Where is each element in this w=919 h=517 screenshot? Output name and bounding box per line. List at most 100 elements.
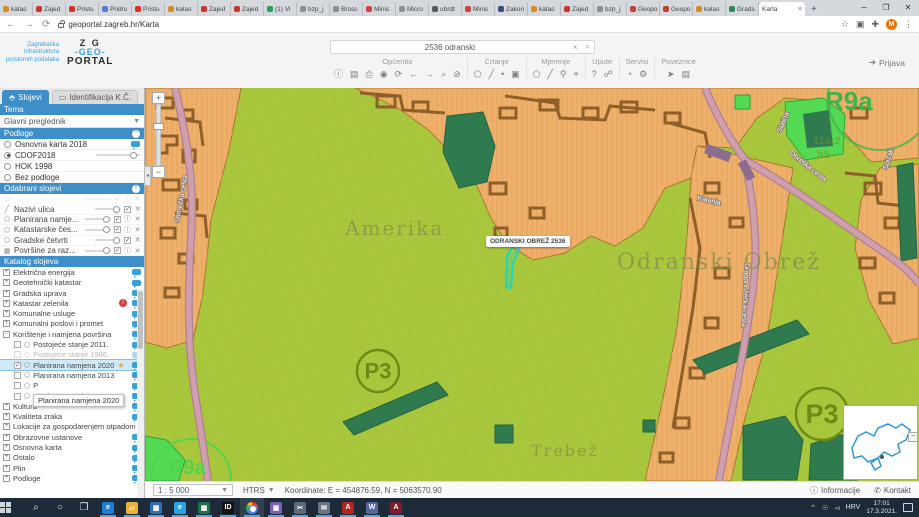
browser-tab[interactable]: Grads (726, 2, 759, 16)
slider-handle[interactable] (103, 226, 110, 233)
expander-icon[interactable]: + (3, 290, 10, 297)
catalog-item[interactable]: +Obrazovne ustanove (0, 432, 144, 442)
taskbar-app-teams[interactable]: ▣ (264, 498, 288, 517)
catalog-item[interactable]: ⬠P (0, 381, 144, 391)
section-podloge[interactable]: Podloge⌃ (0, 128, 144, 139)
expander-icon[interactable]: + (3, 279, 10, 286)
clear-search-icon[interactable]: × (569, 43, 582, 52)
expander-icon[interactable]: + (3, 444, 10, 451)
back-icon[interactable]: ← (6, 19, 16, 30)
browser-tab[interactable]: katas (528, 2, 561, 16)
opacity-slider[interactable] (85, 250, 111, 252)
opacity-slider[interactable] (95, 208, 121, 210)
taskbar-app-excel[interactable]: ▦ (192, 498, 216, 517)
layer-checkbox[interactable] (14, 341, 21, 348)
search-input[interactable] (331, 41, 569, 53)
chat-icon[interactable] (131, 141, 140, 147)
layers-icon[interactable]: ▤ (682, 69, 691, 79)
layer-checkbox[interactable] (14, 372, 21, 379)
catalog-item[interactable]: +Električna energija (0, 267, 144, 277)
expander-icon[interactable]: − (3, 331, 10, 338)
taskbar-app-edge[interactable]: e (96, 498, 120, 517)
window-minimize-button[interactable]: ─ (853, 0, 875, 16)
taskbar-app-file-explorer[interactable]: ▱ (120, 498, 144, 517)
pin-icon[interactable]: ⚲ (560, 69, 567, 79)
taskbar-app-chrome[interactable] (240, 498, 264, 517)
crs-select[interactable]: HTRS▼ (243, 486, 275, 495)
browser-tab[interactable]: Pridru (99, 2, 132, 16)
browser-tab[interactable]: Brosc (330, 2, 363, 16)
browser-tab-active[interactable]: Karta× (759, 2, 805, 16)
browser-tab[interactable]: (1) Vi (264, 2, 297, 16)
window-close-button[interactable]: ✕ (897, 0, 919, 16)
layer-checkbox[interactable]: ✓ (14, 362, 21, 369)
catalog-item[interactable]: ⬠Postojeće stanje 2011. (0, 339, 144, 349)
url-text[interactable]: geoportal.zagreb.hr/Karta (68, 20, 159, 29)
browser-tab[interactable]: bzp_j (594, 2, 627, 16)
page-icon[interactable]: ▤ (350, 69, 359, 79)
opacity-slider[interactable] (95, 239, 121, 241)
basemap-option[interactable]: CDOF2018 (0, 150, 144, 161)
browser-tab[interactable]: Micro (396, 2, 429, 16)
catalog-item[interactable]: ✓⬠Planirana namjena 2020★ (0, 360, 144, 370)
basemap-option[interactable]: HOK 1998 (0, 161, 144, 172)
taskbar-app-id-app[interactable]: ID (216, 498, 240, 517)
crosshair-icon[interactable]: ☍ (604, 69, 613, 79)
layer-checkbox[interactable]: ✓ (114, 247, 121, 254)
basemap-option[interactable]: Osnovna karta 2018 (0, 139, 144, 150)
reload-icon[interactable]: ⟳ (42, 19, 50, 30)
catalog-item[interactable]: +Komunalni poslovi i promet (0, 319, 144, 329)
start-button[interactable] (0, 502, 24, 513)
radio-button[interactable] (4, 141, 11, 148)
inset-collapse-button[interactable]: − (908, 432, 918, 442)
cursor-icon[interactable]: ➤ (667, 69, 675, 79)
status-link-informacije[interactable]: ⓘInformacije (810, 485, 860, 496)
layer-checkbox[interactable]: ✓ (124, 206, 131, 213)
remove-layer-icon[interactable]: ✕ (134, 236, 141, 244)
expander-icon[interactable]: + (3, 320, 10, 327)
expander-icon[interactable]: + (3, 454, 10, 461)
section-tema[interactable]: Tema (0, 104, 144, 115)
task-view-icon[interactable]: ❐ (72, 502, 96, 513)
expander-icon[interactable]: + (3, 475, 10, 482)
slider-handle[interactable] (113, 237, 120, 244)
taskbar-search-icon[interactable]: ⌕ (24, 502, 48, 513)
browser-tab[interactable]: Zajed (198, 2, 231, 16)
expander-icon[interactable]: + (3, 434, 10, 441)
catalog-item[interactable]: +Katastar zelenila! (0, 298, 144, 308)
expander-icon[interactable]: + (3, 310, 10, 317)
info-icon[interactable]: ⓘ (334, 69, 343, 79)
taskbar-app-internet-explorer[interactable]: e (168, 498, 192, 517)
language-indicator[interactable]: HRV (846, 504, 861, 511)
browser-tab[interactable]: Zajed (231, 2, 264, 16)
browser-tab[interactable]: Zakon (495, 2, 528, 16)
new-tab-button[interactable]: + (811, 4, 817, 15)
catalog-item[interactable]: ⬠Planirana namjena 2013 (0, 370, 144, 380)
pushpin-icon[interactable]: ⌖ (574, 69, 579, 79)
layer-checkbox[interactable]: ✓ (114, 216, 121, 223)
catalog-item[interactable]: +Ostalo (0, 453, 144, 463)
catalog-item[interactable]: +Komunalne usluge (0, 309, 144, 319)
catalog-scrollbar[interactable] (137, 289, 144, 498)
expander-icon[interactable]: + (3, 423, 10, 430)
browser-tab[interactable]: katas (693, 2, 726, 16)
tab-close-icon[interactable]: × (798, 6, 802, 13)
tray-chevron-icon[interactable]: ⌃ (810, 504, 816, 512)
zoom-slider-handle[interactable] (153, 123, 164, 130)
selected-layer-row[interactable]: ⬠Katastarske čes...✓ⓘ✕ (0, 225, 144, 235)
chat-icon[interactable] (132, 269, 141, 275)
zoom-icon[interactable]: ⌕ (441, 69, 446, 79)
polygon-icon[interactable]: ⬠ (533, 69, 541, 79)
line-icon[interactable]: ╱ (489, 69, 494, 79)
map-canvas[interactable]: AmerikaOdranski ObrežTrebežR9aR9aObreška… (145, 88, 919, 481)
browser-tab[interactable]: Pristu (132, 2, 165, 16)
forward-icon[interactable]: → (425, 69, 434, 79)
opacity-slider[interactable] (85, 229, 111, 231)
polygon-icon[interactable]: ⬠ (474, 69, 482, 79)
browser-tab[interactable]: katas (0, 2, 33, 16)
basemap-option[interactable]: Bez podloge (0, 172, 144, 183)
opacity-slider[interactable] (85, 218, 111, 220)
browser-tab[interactable]: Zajed (561, 2, 594, 16)
action-center-icon[interactable] (903, 503, 913, 512)
remove-layer-icon[interactable]: ✕ (134, 247, 141, 255)
